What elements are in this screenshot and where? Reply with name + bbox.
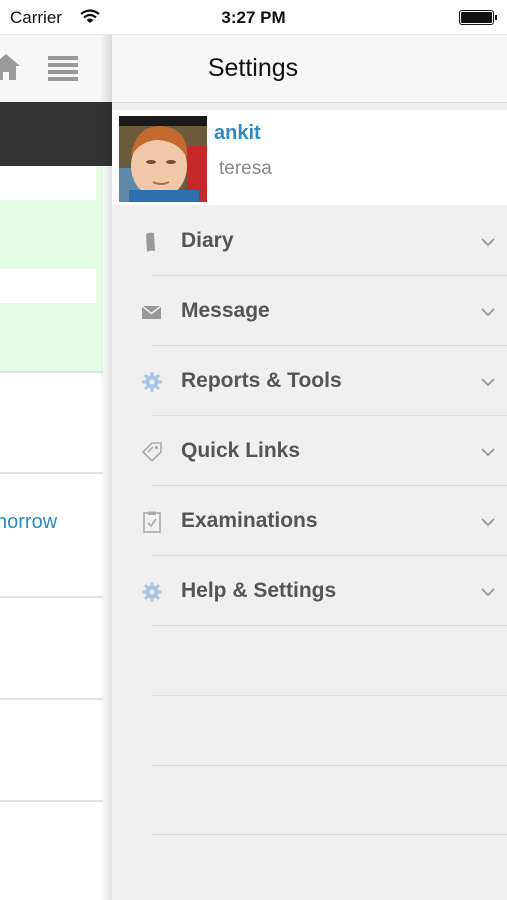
row-divider: [0, 800, 103, 802]
menu-item-quick-links[interactable]: Quick Links: [112, 416, 507, 486]
profile-subtitle: teresa: [219, 158, 272, 179]
avatar[interactable]: [119, 116, 207, 202]
chevron-down-icon[interactable]: [481, 234, 495, 252]
menu-item-label: Message: [181, 299, 270, 322]
battery-icon: [459, 10, 497, 25]
chevron-down-icon[interactable]: [481, 584, 495, 602]
row-divider: [0, 371, 103, 373]
profile-card[interactable]: ankit teresa: [112, 110, 507, 205]
tag-icon: [140, 441, 164, 463]
drawer-shadow: [100, 34, 112, 900]
partial-link[interactable]: norrow: [0, 511, 57, 534]
highlighted-row[interactable]: [0, 166, 103, 371]
left-navbar: [0, 34, 112, 102]
row-field: [0, 269, 96, 303]
menu-divider: [152, 695, 507, 696]
menu-divider: [152, 625, 507, 626]
clipboard-icon: [140, 511, 164, 533]
menu-divider: [152, 834, 507, 835]
chevron-down-icon[interactable]: [481, 514, 495, 532]
row-divider: [0, 596, 103, 598]
menu-item-reports-tools[interactable]: Reports & Tools: [112, 346, 507, 416]
settings-menu: Diary Message Reports & Tools Quick Link…: [112, 206, 507, 626]
menu-item-diary[interactable]: Diary: [112, 206, 507, 276]
row-divider: [0, 472, 103, 474]
menu-item-label: Reports & Tools: [181, 369, 342, 392]
chevron-down-icon[interactable]: [481, 374, 495, 392]
menu-item-label: Help & Settings: [181, 579, 337, 602]
page-title: Settings: [207, 54, 299, 82]
menu-divider: [152, 765, 507, 766]
drawer-header: Settings: [112, 34, 507, 103]
menu-item-message[interactable]: Message: [112, 276, 507, 346]
clock: 3:27 PM: [221, 8, 286, 27]
status-bar: Carrier 3:27 PM: [0, 0, 507, 35]
left-dark-header: [0, 102, 112, 166]
chevron-down-icon[interactable]: [481, 444, 495, 462]
gear-icon: [140, 371, 164, 393]
background-screen: norrow: [0, 34, 112, 900]
chevron-down-icon[interactable]: [481, 304, 495, 322]
row-divider: [0, 698, 103, 700]
menu-item-examinations[interactable]: Examinations: [112, 486, 507, 556]
menu-item-label: Quick Links: [181, 439, 301, 462]
menu-item-label: Examinations: [181, 509, 318, 532]
menu-item-help-settings[interactable]: Help & Settings: [112, 556, 507, 626]
row-field: [0, 166, 96, 200]
menu-item-label: Diary: [181, 229, 234, 252]
home-icon[interactable]: [0, 52, 20, 87]
hamburger-menu-icon[interactable]: [48, 56, 78, 87]
gear-icon: [140, 581, 164, 603]
settings-drawer: Settings ankit teresa Diary Message Repo…: [112, 34, 507, 900]
envelope-icon: [140, 301, 164, 323]
profile-name[interactable]: ankit: [214, 122, 261, 145]
book-icon: [140, 231, 164, 253]
